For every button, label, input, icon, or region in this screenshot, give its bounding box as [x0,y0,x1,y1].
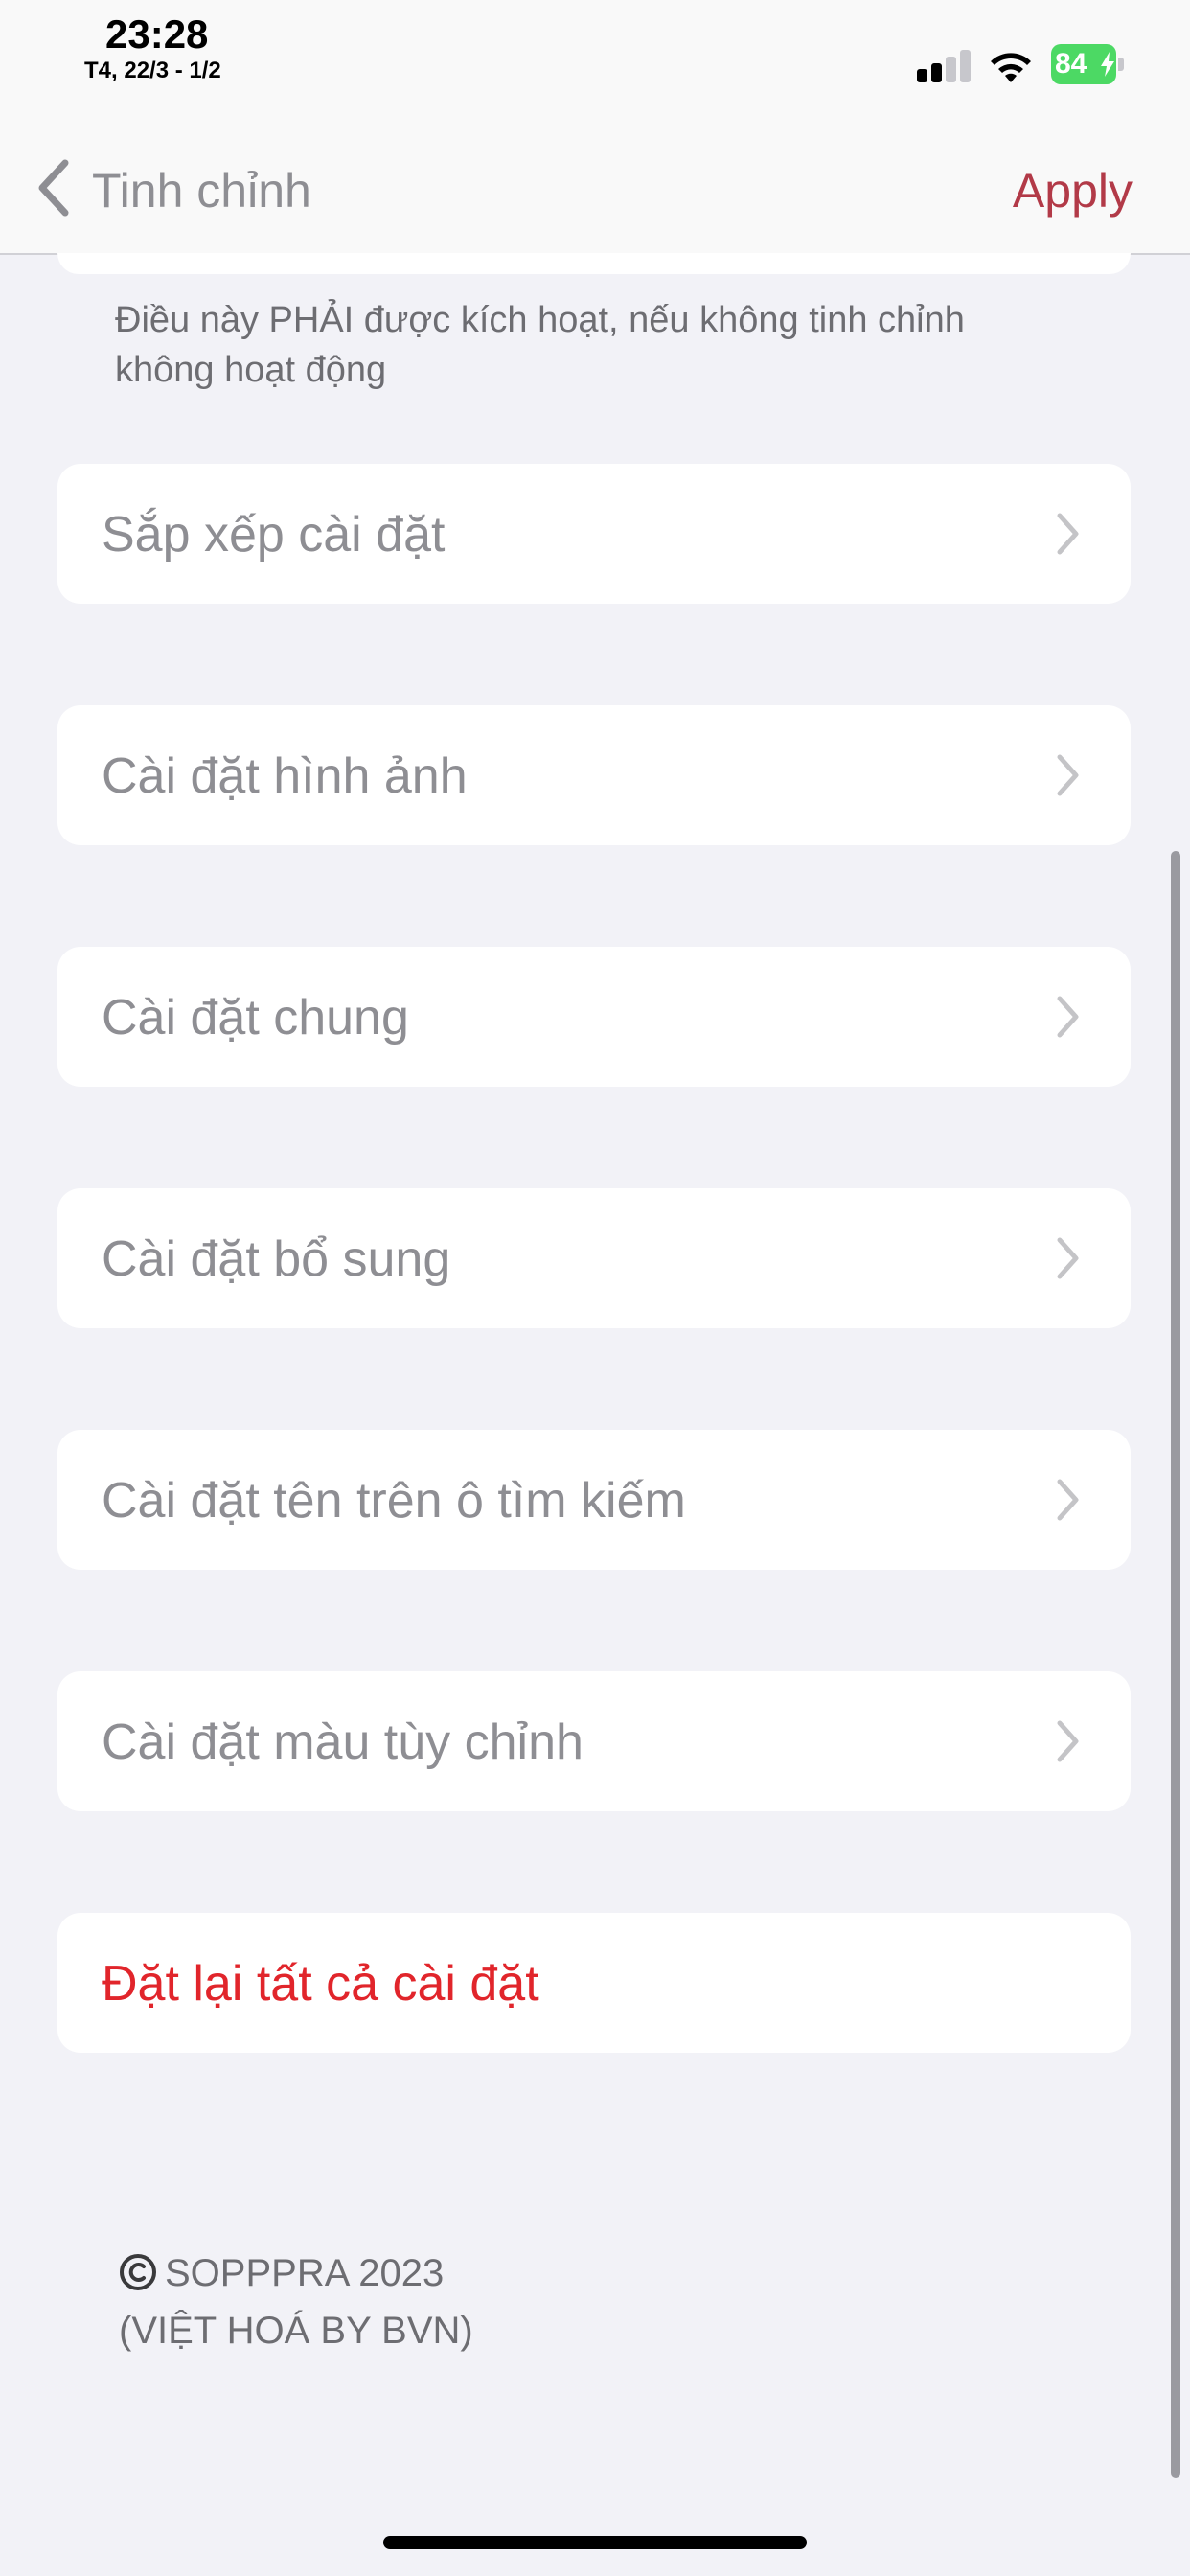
menu-item-label: Cài đặt hình ảnh [102,748,468,804]
menu-item-general-settings[interactable]: Cài đặt chung [57,947,1131,1087]
navigation-bar: Tinh chỉnh Apply [0,125,1190,255]
apply-button[interactable]: Apply [1013,163,1133,218]
charging-bolt-icon [1101,52,1114,77]
battery-icon: 84 [1051,44,1124,84]
chevron-right-icon [1057,754,1079,796]
scroll-indicator [1171,851,1180,2478]
copyright-line-1: SOPPPRA 2023 [119,2244,473,2302]
battery-percent: 84 [1055,48,1087,80]
copyright-text: SOPPPRA 2023 [165,2252,445,2294]
menu-item-sort-settings[interactable]: Sắp xếp cài đặt [57,464,1131,604]
status-date: T4, 22/3 - 1/2 [84,58,221,83]
chevron-right-icon [1057,996,1079,1038]
section-footnote: Điều này PHẢI được kích hoạt, nếu không … [115,300,965,390]
menu-item-search-name-settings[interactable]: Cài đặt tên trên ô tìm kiếm [57,1430,1131,1570]
menu-item-image-settings[interactable]: Cài đặt hình ảnh [57,705,1131,845]
menu-item-label: Sắp xếp cài đặt [102,507,446,563]
menu-item-label: Cài đặt màu tùy chỉnh [102,1714,584,1770]
menu-item-custom-color-settings[interactable]: Cài đặt màu tùy chỉnh [57,1671,1131,1811]
toggle-card-bottom [57,253,1131,274]
copyright-line-2: (VIỆT HOÁ BY BVN) [119,2310,473,2352]
menu-item-label: Cài đặt chung [102,990,409,1046]
status-time: 23:28 [105,12,209,57]
back-button[interactable]: Tinh chỉnh [92,163,311,218]
chevron-right-icon [1057,1479,1079,1521]
copyright-icon [120,2254,156,2290]
reset-all-settings-label: Đặt lại tất cả cài đặt [102,1956,539,2012]
chevron-left-icon[interactable] [34,157,73,218]
status-bar: 23:28 T4, 22/3 - 1/2 84 [0,0,1190,125]
menu-item-additional-settings[interactable]: Cài đặt bổ sung [57,1188,1131,1328]
home-indicator[interactable] [383,2536,807,2549]
wifi-icon [991,53,1031,82]
reset-all-settings-button[interactable]: Đặt lại tất cả cài đặt [57,1913,1131,2053]
copyright-footer: SOPPPRA 2023 (VIỆT HOÁ BY BVN) [119,2244,473,2359]
chevron-right-icon [1057,1720,1079,1762]
menu-item-label: Cài đặt bổ sung [102,1231,451,1287]
chevron-right-icon [1057,513,1079,555]
menu-item-label: Cài đặt tên trên ô tìm kiếm [102,1473,686,1529]
cellular-signal-icon [917,48,971,82]
chevron-right-icon [1057,1237,1079,1279]
